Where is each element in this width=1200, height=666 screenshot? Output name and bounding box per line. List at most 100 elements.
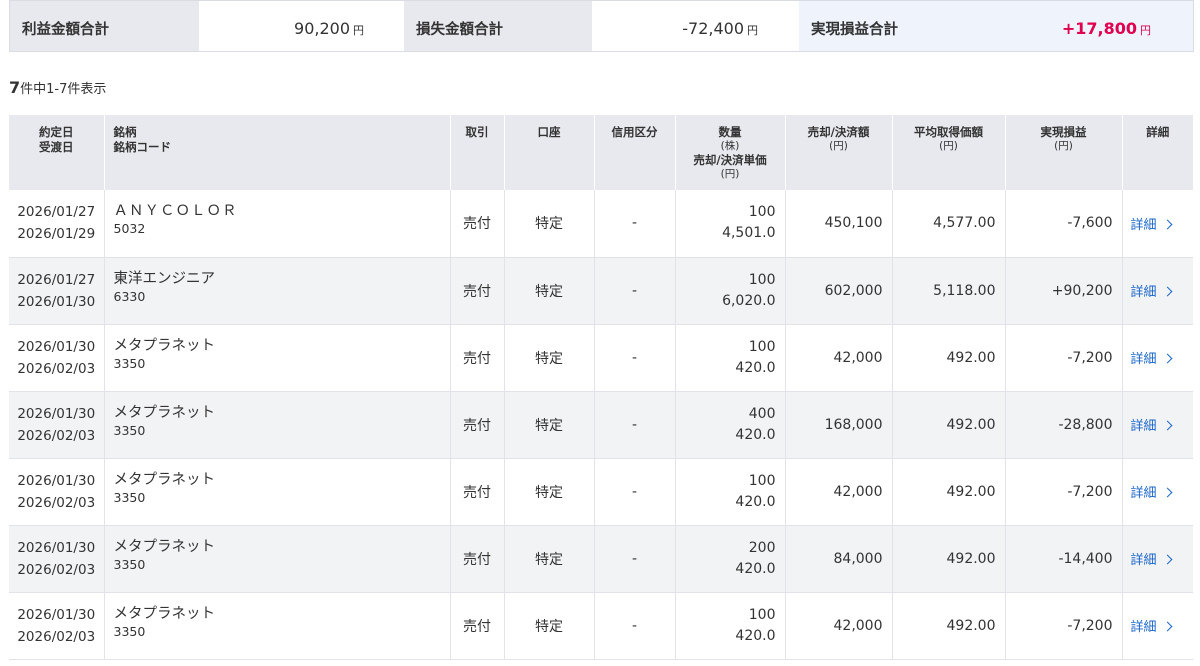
settle-date: 2026/01/29 — [17, 226, 96, 243]
result-count: 7件中1-7件表示 — [9, 78, 106, 97]
settle-date: 2026/01/30 — [17, 293, 96, 310]
sale-amount: 450,100 — [784, 190, 892, 258]
realized-pl: -7,200 — [1004, 592, 1122, 660]
stock-code: 3350 — [113, 355, 146, 371]
col-date: 約定日 受渡日 — [9, 115, 104, 190]
realized-pl: +90,200 — [1004, 257, 1122, 325]
detail-link[interactable]: 詳細 — [1123, 486, 1172, 501]
qty-price-cell: 100 4,501.0 — [674, 190, 785, 258]
credit-type: - — [593, 190, 675, 258]
yen-unit: 円 — [747, 24, 758, 37]
detail-link[interactable]: 詳細 — [1123, 218, 1172, 233]
avg-cost: 4,577.00 — [891, 190, 1005, 258]
realized-pl: -7,600 — [1004, 190, 1122, 258]
stock-code: 3350 — [113, 556, 146, 572]
quantity: 100 — [748, 271, 776, 288]
detail-cell: 詳細 — [1121, 190, 1193, 258]
stock-cell: メタプラネット 3350 — [103, 525, 450, 593]
account-type: 特定 — [503, 458, 594, 526]
detail-link[interactable]: 詳細 — [1123, 553, 1172, 568]
col-trade: 取引 — [449, 115, 504, 190]
qty-price-cell: 100 420.0 — [674, 458, 785, 526]
avg-cost: 492.00 — [891, 592, 1005, 660]
table-row: 2026/01/30 2026/02/03 メタプラネット 3350 売付 特定 -… — [9, 391, 1193, 459]
trade-type: 売付 — [449, 190, 504, 258]
trade-date: 2026/01/30 — [17, 539, 96, 556]
profit-total-value: 90,200 円 — [199, 1, 404, 51]
stock-cell: メタプラネット 3350 — [103, 391, 450, 459]
date-cell: 2026/01/27 2026/01/29 — [9, 190, 104, 258]
stock-name: メタプラネット — [113, 538, 216, 555]
credit-type: - — [593, 458, 675, 526]
table-row: 2026/01/30 2026/02/03 メタプラネット 3350 売付 特定 -… — [9, 592, 1193, 660]
yen-unit: 円 — [353, 24, 364, 37]
avg-cost: 492.00 — [891, 391, 1005, 459]
quantity: 100 — [748, 606, 776, 623]
chevron-right-icon — [1162, 487, 1172, 498]
trade-type: 売付 — [449, 458, 504, 526]
detail-cell: 詳細 — [1121, 525, 1193, 593]
unit-price: 420.0 — [735, 426, 776, 443]
settle-date: 2026/02/03 — [17, 360, 96, 377]
stock-cell: メタプラネット 3350 — [103, 592, 450, 660]
avg-cost: 492.00 — [891, 324, 1005, 392]
stock-cell: メタプラネット 3350 — [103, 324, 450, 392]
table-header-row: 約定日 受渡日 銘柄 銘柄コード 取引 口座 信用区分 数量 (株) 売却/決済単価 (円… — [9, 115, 1193, 190]
table-row: 2026/01/27 2026/01/29 ＡＮＹＣＯＬＯＲ 5032 売付 特定 … — [9, 190, 1193, 258]
quantity: 100 — [748, 204, 776, 221]
col-account: 口座 — [503, 115, 594, 190]
table-row: 2026/01/30 2026/02/03 メタプラネット 3350 売付 特定 -… — [9, 458, 1193, 526]
chevron-right-icon — [1162, 219, 1172, 230]
sale-amount: 42,000 — [784, 592, 892, 660]
realized-pl: -7,200 — [1004, 324, 1122, 392]
detail-link[interactable]: 詳細 — [1123, 352, 1172, 367]
stock-code: 3350 — [113, 623, 146, 639]
profit-total-label: 利益金額合計 — [10, 1, 199, 51]
table-row: 2026/01/27 2026/01/30 東洋エンジニア 6330 売付 特定 -… — [9, 257, 1193, 325]
stock-cell: 東洋エンジニア 6330 — [103, 257, 450, 325]
qty-price-cell: 100 6,020.0 — [674, 257, 785, 325]
detail-link[interactable]: 詳細 — [1123, 285, 1172, 300]
settle-date: 2026/02/03 — [17, 494, 96, 511]
col-qty: 数量 (株) 売却/決済単価 (円) — [674, 115, 785, 190]
detail-link[interactable]: 詳細 — [1123, 620, 1172, 635]
realized-pl: -7,200 — [1004, 458, 1122, 526]
sale-amount: 168,000 — [784, 391, 892, 459]
trade-type: 売付 — [449, 257, 504, 325]
avg-cost: 5,118.00 — [891, 257, 1005, 325]
credit-type: - — [593, 391, 675, 459]
col-pl: 実現損益 (円) — [1004, 115, 1122, 190]
trade-type: 売付 — [449, 324, 504, 392]
realized-total-label: 実現損益合計 — [799, 1, 979, 51]
date-cell: 2026/01/30 2026/02/03 — [9, 324, 104, 392]
col-amount: 売却/決済額 (円) — [784, 115, 892, 190]
detail-link[interactable]: 詳細 — [1123, 419, 1172, 434]
credit-type: - — [593, 592, 675, 660]
realized-pl: -14,400 — [1004, 525, 1122, 593]
stock-cell: ＡＮＹＣＯＬＯＲ 5032 — [103, 190, 450, 258]
settle-date: 2026/02/03 — [17, 628, 96, 645]
sale-amount: 42,000 — [784, 324, 892, 392]
trade-type: 売付 — [449, 391, 504, 459]
unit-price: 420.0 — [735, 560, 776, 577]
unit-price: 420.0 — [735, 493, 776, 510]
unit-price: 420.0 — [735, 627, 776, 644]
date-cell: 2026/01/30 2026/02/03 — [9, 458, 104, 526]
result-count-text: 件中1-7件表示 — [20, 82, 107, 97]
trade-date: 2026/01/27 — [17, 204, 96, 221]
col-name: 銘柄 銘柄コード — [103, 115, 450, 190]
quantity: 100 — [748, 472, 776, 489]
settle-date: 2026/02/03 — [17, 427, 96, 444]
chevron-right-icon — [1162, 554, 1172, 565]
trade-date: 2026/01/30 — [17, 606, 96, 623]
account-type: 特定 — [503, 592, 594, 660]
stock-name: メタプラネット — [113, 471, 216, 488]
qty-price-cell: 200 420.0 — [674, 525, 785, 593]
date-cell: 2026/01/27 2026/01/30 — [9, 257, 104, 325]
avg-cost: 492.00 — [891, 458, 1005, 526]
detail-cell: 詳細 — [1121, 257, 1193, 325]
stock-code: 3350 — [113, 422, 146, 438]
col-avg: 平均取得価額 (円) — [891, 115, 1005, 190]
date-cell: 2026/01/30 2026/02/03 — [9, 525, 104, 593]
unit-price: 6,020.0 — [722, 292, 776, 309]
